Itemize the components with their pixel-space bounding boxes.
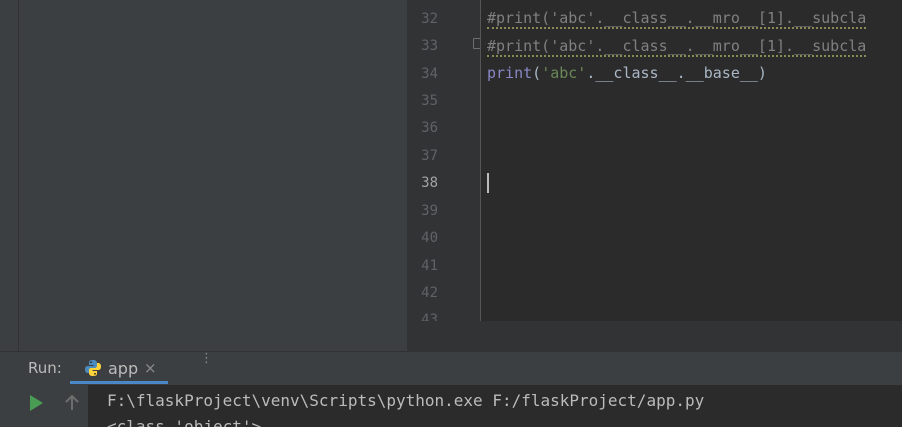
up-arrow-icon[interactable] xyxy=(64,394,80,412)
editor-bottom-bar xyxy=(407,321,902,351)
line-number: 35 xyxy=(421,93,438,109)
line-number: 34 xyxy=(421,66,438,82)
project-panel xyxy=(19,0,407,351)
left-tool-strip xyxy=(0,0,19,351)
line-number: 42 xyxy=(421,285,438,301)
builtin-print: print xyxy=(487,64,533,82)
line-number-gutter: 32 33 34 35 36 37 38 39 40 41 42 43 xyxy=(407,0,480,321)
attribute-chain: .__class__.__base__) xyxy=(586,64,767,82)
line-number: 33 xyxy=(421,38,438,54)
console-line: <class 'object'> xyxy=(107,417,262,427)
console-line: F:\flaskProject\venv\Scripts\python.exe … xyxy=(107,391,705,410)
code-editor[interactable]: #print('abc'.__class__.__mro__[1].__subc… xyxy=(481,0,902,321)
comment-text: #print('abc'.__class__.__mro__[1].__subc… xyxy=(487,9,867,29)
code-line-34: print('abc'.__class__.__base__) xyxy=(487,64,767,82)
code-line-33: #print('abc'.__class__.__mro__[1].__subc… xyxy=(487,37,867,57)
paren-open: ( xyxy=(532,64,542,82)
console-output[interactable]: F:\flaskProject\venv\Scripts\python.exe … xyxy=(88,385,902,427)
code-line-32: #print('abc'.__class__.__mro__[1].__subc… xyxy=(487,9,867,29)
line-number: 37 xyxy=(421,148,438,164)
run-tab-label[interactable]: app xyxy=(108,359,138,378)
line-number: 40 xyxy=(421,230,438,246)
line-number: 36 xyxy=(421,120,438,136)
close-icon[interactable]: × xyxy=(144,359,157,377)
text-caret xyxy=(487,173,489,193)
comment-text: #print('abc'.__class__.__mro__[1].__subc… xyxy=(487,37,867,57)
run-label: Run: xyxy=(28,359,62,377)
more-icon[interactable]: ⋮ xyxy=(200,352,213,365)
line-number: 32 xyxy=(421,11,438,27)
line-number: 43 xyxy=(421,312,438,321)
run-icon[interactable] xyxy=(30,395,43,411)
line-number-current: 38 xyxy=(421,175,438,191)
active-tab-indicator xyxy=(70,381,168,384)
string-literal: 'abc' xyxy=(541,64,587,82)
line-number: 41 xyxy=(421,258,438,274)
python-icon xyxy=(85,360,101,376)
line-number: 39 xyxy=(421,203,438,219)
